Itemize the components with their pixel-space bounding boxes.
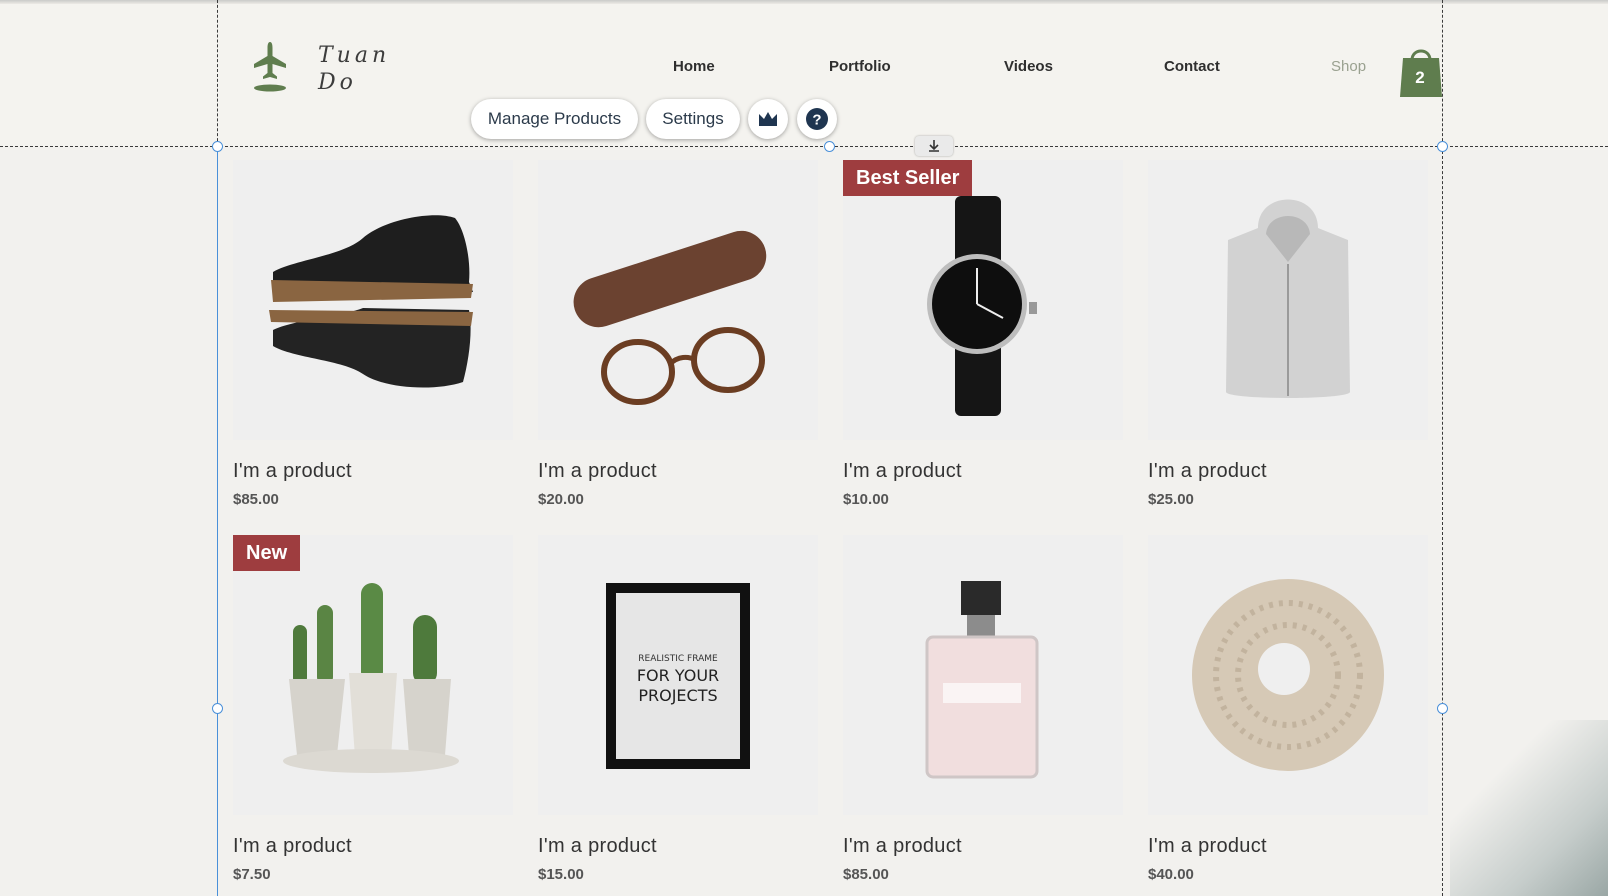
- product-card[interactable]: I'm a product $85.00: [843, 535, 1123, 895]
- product-image[interactable]: [538, 160, 818, 440]
- product-name[interactable]: I'm a product: [233, 835, 352, 858]
- nav-contact[interactable]: Contact: [1164, 58, 1220, 75]
- product-price: $85.00: [233, 491, 279, 508]
- product-price: $85.00: [843, 866, 889, 883]
- product-image[interactable]: [233, 535, 513, 815]
- product-price: $15.00: [538, 866, 584, 883]
- resize-handle-left-middle[interactable]: [212, 703, 223, 714]
- product-card[interactable]: Best Seller I'm a product $10.00: [843, 160, 1123, 520]
- product-image[interactable]: [1148, 160, 1428, 440]
- perfume-image: [925, 581, 1039, 779]
- frame-text-large-1: FOR YOUR: [637, 666, 719, 685]
- download-anchor-icon: [929, 140, 939, 152]
- cactus-image: [283, 583, 459, 773]
- product-card[interactable]: New I'm a product $7.50: [233, 535, 513, 895]
- product-image[interactable]: [843, 535, 1123, 815]
- nav-shop[interactable]: Shop: [1331, 58, 1366, 75]
- nav-videos[interactable]: Videos: [1004, 58, 1053, 75]
- manage-products-button[interactable]: Manage Products: [471, 99, 638, 139]
- product-price: $10.00: [843, 491, 889, 508]
- upgrade-button[interactable]: [748, 99, 788, 139]
- guide-header-bottom: [0, 146, 1608, 147]
- product-name[interactable]: I'm a product: [1148, 835, 1267, 858]
- product-name[interactable]: I'm a product: [843, 835, 962, 858]
- product-name[interactable]: I'm a product: [538, 835, 657, 858]
- product-price: $40.00: [1148, 866, 1194, 883]
- ribbon-new: New: [233, 535, 301, 571]
- product-image[interactable]: [843, 160, 1123, 440]
- airplane-icon: [254, 42, 286, 92]
- product-name[interactable]: I'm a product: [538, 460, 657, 483]
- product-card[interactable]: I'm a product $40.00: [1148, 535, 1428, 895]
- crown-icon: [759, 112, 777, 126]
- nav-portfolio[interactable]: Portfolio: [829, 58, 891, 75]
- nav-home[interactable]: Home: [673, 58, 715, 75]
- resize-handle-right-middle[interactable]: [1437, 703, 1448, 714]
- hoodie-image: [1226, 199, 1350, 398]
- logo-line-2: Do: [318, 70, 357, 95]
- product-card[interactable]: I'm a product $25.00: [1148, 160, 1428, 520]
- resize-handle-top-right[interactable]: [1437, 141, 1448, 152]
- product-name[interactable]: I'm a product: [843, 460, 962, 483]
- product-card[interactable]: REALISTIC FRAME FOR YOUR PROJECTS I'm a …: [538, 535, 818, 895]
- anchor-button[interactable]: [915, 136, 953, 156]
- selection-right-edge: [1442, 146, 1443, 896]
- help-button[interactable]: ?: [797, 99, 837, 139]
- selection-left-edge: [217, 146, 218, 896]
- logo-text: Tuan Do: [318, 42, 390, 96]
- product-price: $7.50: [233, 866, 271, 883]
- guide-right: [1442, 0, 1443, 146]
- glasses-image: [573, 230, 767, 405]
- product-price: $20.00: [538, 491, 584, 508]
- svg-text:?: ?: [812, 112, 821, 129]
- product-image[interactable]: [233, 160, 513, 440]
- product-card[interactable]: I'm a product $85.00: [233, 160, 513, 520]
- cart-button[interactable]: 2: [1400, 42, 1442, 98]
- help-icon: ?: [806, 108, 828, 130]
- product-card[interactable]: I'm a product $20.00: [538, 160, 818, 520]
- frame-text-small: REALISTIC FRAME: [638, 654, 718, 664]
- guide-left: [217, 0, 218, 146]
- boots-image: [269, 215, 473, 388]
- product-price: $25.00: [1148, 491, 1194, 508]
- cart-count: 2: [1415, 68, 1425, 87]
- product-image[interactable]: REALISTIC FRAME FOR YOUR PROJECTS: [538, 535, 818, 815]
- settings-button[interactable]: Settings: [646, 99, 740, 139]
- scarf-image: [1192, 579, 1384, 771]
- ribbon-best-seller: Best Seller: [843, 160, 973, 196]
- frame-text-large-2: PROJECTS: [638, 686, 717, 705]
- frame-image: REALISTIC FRAME FOR YOUR PROJECTS: [606, 583, 750, 769]
- watch-image: [927, 196, 1037, 416]
- product-image[interactable]: [1148, 535, 1428, 815]
- resize-handle-top-center[interactable]: [824, 141, 835, 152]
- product-name[interactable]: I'm a product: [233, 460, 352, 483]
- site-logo[interactable]: Tuan Do: [252, 40, 392, 100]
- logo-line-1: Tuan: [318, 43, 391, 68]
- product-name[interactable]: I'm a product: [1148, 460, 1267, 483]
- background-mountain: [1450, 720, 1608, 896]
- resize-handle-top-left[interactable]: [212, 141, 223, 152]
